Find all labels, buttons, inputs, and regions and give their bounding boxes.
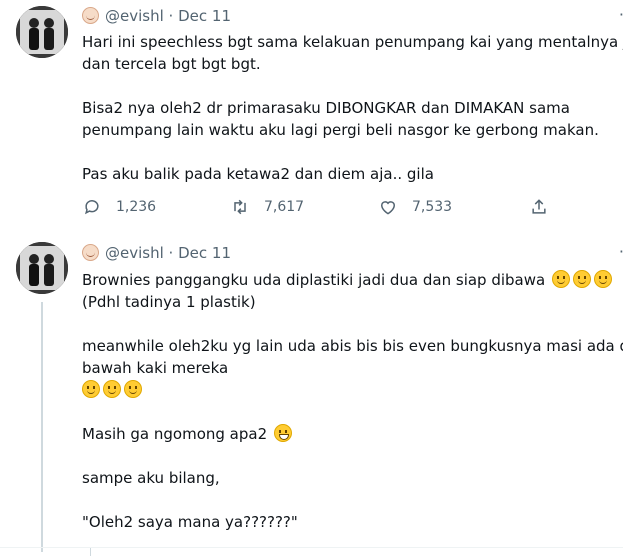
tweet-line: Hari ini speechless bgt sama kelakuan pe…	[82, 33, 623, 51]
slightly-smiling-face-emoji	[573, 270, 592, 288]
tweet-line: "Oleh2 saya mana ya??????"	[82, 513, 298, 531]
separator: ·	[168, 244, 174, 262]
baby-face-emoji	[82, 244, 99, 261]
slightly-smiling-face-emoji	[552, 270, 571, 288]
slightly-smiling-face-emoji	[124, 380, 142, 398]
reply-button[interactable]: 1,236	[82, 197, 156, 217]
tweet-text: Brownies panggangku uda diplastiki jadi …	[82, 269, 623, 533]
heart-icon	[380, 201, 396, 215]
divider	[0, 547, 623, 548]
slightly-smiling-face-emoji	[594, 270, 613, 288]
like-count: 7,533	[412, 199, 453, 215]
avatar-photo-icon	[16, 6, 68, 58]
share-icon	[532, 199, 546, 214]
tweet-line: Masih ga ngomong apa2	[82, 425, 268, 443]
tweet-line: Brownies panggangku uda diplastiki jadi …	[82, 271, 546, 289]
tweet-line: dan tercela bgt bgt bgt.	[82, 55, 261, 73]
separator: ·	[168, 7, 174, 25]
like-button[interactable]: 7,533	[378, 197, 452, 217]
retweet-count: 7,617	[264, 199, 305, 215]
reply-count: 1,236	[116, 199, 157, 215]
slightly-smiling-face-emoji	[103, 380, 121, 398]
tweet-1[interactable]: @evishl · Dec 11 · Hari ini speechless b…	[0, 0, 623, 235]
tweet-actions: 1,236 7,617 7,533	[82, 197, 562, 221]
tweet-header: @evishl · Dec 11	[82, 7, 231, 25]
tweet-line: meanwhile oleh2ku yg lain uda abis bis b…	[82, 337, 623, 355]
tweet-text: Hari ini speechless bgt sama kelakuan pe…	[82, 31, 623, 185]
divider	[90, 548, 91, 556]
avatar-photo-icon	[16, 242, 68, 294]
tweet-line: penumpang lain waktu aku lagi pergi beli…	[82, 121, 599, 139]
tweet-line: Bisa2 nya oleh2 dr primarasaku DIBONGKAR…	[82, 99, 570, 117]
more-options-icon[interactable]: ·	[619, 5, 623, 24]
tweet-date[interactable]: Dec 11	[178, 7, 231, 25]
reply-icon	[84, 200, 99, 215]
tweet-line: (Pdhl tadinya 1 plastik)	[82, 293, 256, 311]
grinning-face-emoji	[274, 424, 293, 442]
tweet-line: Pas aku balik pada ketawa2 dan diem aja.…	[82, 165, 434, 183]
avatar[interactable]	[16, 6, 68, 58]
tweet-line: sampe aku bilang,	[82, 469, 220, 487]
tweet-line: bawah kaki mereka	[82, 359, 229, 377]
tweet-date[interactable]: Dec 11	[178, 244, 231, 262]
avatar[interactable]	[16, 242, 68, 294]
more-options-icon[interactable]: ·	[619, 242, 623, 261]
author-handle[interactable]: @evishl	[105, 244, 164, 262]
tweet-header: @evishl · Dec 11	[82, 244, 231, 262]
retweet-icon	[234, 199, 246, 215]
baby-face-emoji	[82, 7, 99, 24]
tweet-2[interactable]: @evishl · Dec 11 · Brownies panggangku u…	[0, 236, 623, 556]
slightly-smiling-face-emoji	[82, 380, 100, 398]
author-handle[interactable]: @evishl	[105, 7, 164, 25]
share-button[interactable]	[529, 197, 563, 217]
retweet-button[interactable]: 7,617	[230, 197, 304, 217]
